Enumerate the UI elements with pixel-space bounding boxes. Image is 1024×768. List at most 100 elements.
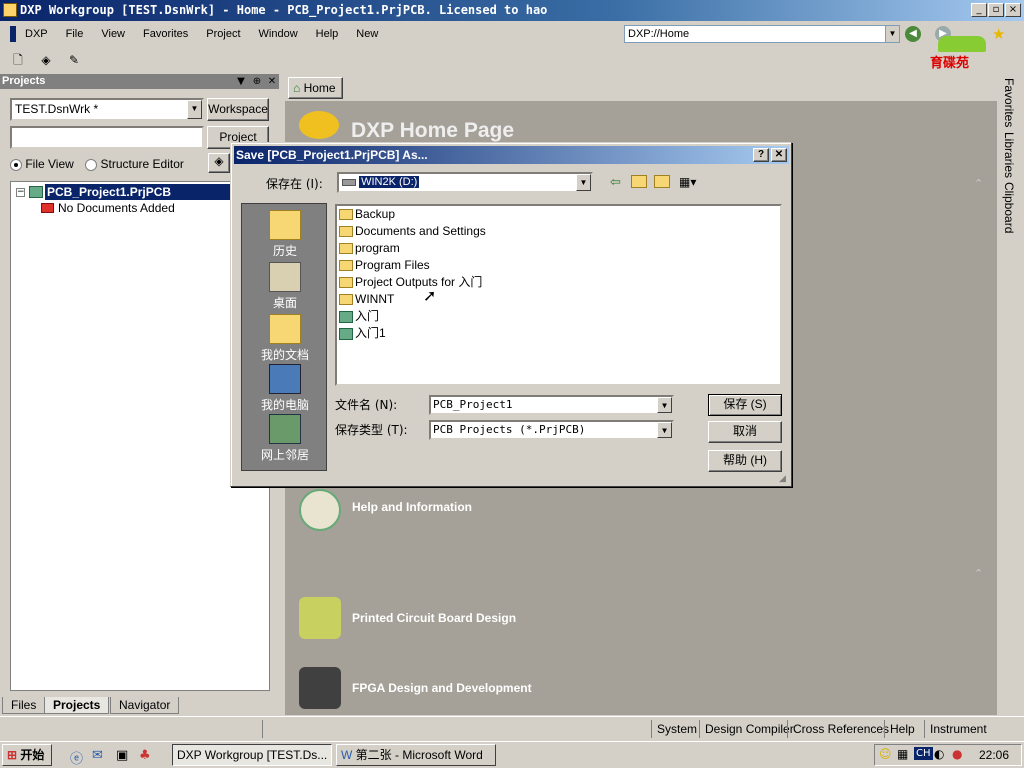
status-cross-references[interactable]: Cross References (787, 720, 894, 738)
panel-close-icon[interactable]: ✕ (265, 74, 279, 89)
place-my-computer-label: 我的电脑 (260, 398, 309, 412)
compile-icon[interactable]: ◈ (208, 153, 230, 173)
place-network[interactable]: 网上邻居 (242, 414, 328, 463)
place-my-documents-label: 我的文档 (260, 348, 309, 362)
window-title: DXP Workgroup [TEST.DsnWrk] - Home - PCB… (20, 3, 548, 17)
volume-icon[interactable]: ◐ (934, 747, 944, 761)
menu-project[interactable]: Project (197, 22, 249, 46)
tab-navigator[interactable]: Navigator (110, 697, 180, 714)
place-history[interactable]: 历史 (242, 210, 328, 259)
network-neighborhood-icon (269, 414, 301, 444)
home-tab[interactable]: ⌂ Home (288, 77, 343, 99)
back-arrow-icon[interactable]: ⇦ (610, 175, 621, 190)
list-item[interactable]: WINNT (339, 291, 394, 308)
menu-dxp[interactable]: DXP (16, 22, 57, 46)
media-icon[interactable]: ♣ (139, 748, 151, 763)
task-word[interactable]: W 第二张 - Microsoft Word (336, 744, 496, 766)
collapse-up-icon[interactable]: ⌃ (974, 177, 983, 190)
dialog-close-icon[interactable]: ✕ (771, 148, 787, 162)
menu-new[interactable]: New (347, 22, 387, 46)
help-hint-icon[interactable]: ✎ (64, 50, 84, 70)
tab-libraries[interactable]: Libraries (1002, 132, 1016, 178)
status-divider (262, 720, 263, 738)
pcb-project-icon (339, 310, 353, 323)
tab-files[interactable]: Files (2, 697, 46, 714)
place-desktop[interactable]: 桌面 (242, 262, 328, 311)
window-title-bar[interactable]: DXP Workgroup [TEST.DsnWrk] - Home - PCB… (0, 0, 1024, 21)
list-item[interactable]: Backup (339, 206, 395, 223)
collapse-icon[interactable]: − (16, 188, 25, 197)
panel-menu-icon[interactable]: ▼ (234, 74, 248, 89)
resize-grip-icon[interactable]: ◢ (779, 474, 786, 484)
save-in-dropdown-icon[interactable]: ▼ (576, 174, 591, 191)
list-item-label: Backup (355, 207, 396, 221)
workspace-button[interactable]: Workspace (207, 98, 269, 121)
save-in-combo[interactable]: WIN2K (D:) ▼ (337, 172, 593, 193)
filename-input[interactable]: PCB_Project1 ▼ (429, 395, 674, 415)
dialog-title-bar[interactable]: Save [PCB_Project1.PrjPCB] As... (234, 146, 789, 164)
new-folder-icon[interactable] (654, 175, 670, 188)
address-input[interactable]: DXP://Home ▼ (624, 25, 900, 43)
folder-icon (339, 226, 353, 238)
desktop-icon[interactable]: ▣ (116, 748, 128, 763)
chevron-down-icon[interactable]: ▼ (187, 100, 202, 119)
cancel-button[interactable]: 取消 (708, 421, 782, 443)
open-project-icon[interactable]: ◈ (36, 50, 56, 70)
help-button[interactable]: 帮助 (H) (708, 450, 782, 472)
workspace-combo[interactable]: TEST.DsnWrk * ▼ (10, 98, 204, 121)
start-button[interactable]: ⊞ 开始 (2, 744, 52, 766)
collapse-up-icon-2[interactable]: ⌃ (974, 567, 983, 580)
filetype-select[interactable]: PCB Projects (*.PrjPCB) ▼ (429, 420, 674, 440)
status-help[interactable]: Help (884, 720, 920, 738)
list-item[interactable]: Program Files (339, 257, 430, 274)
task-dxp[interactable]: DXP Workgroup [TEST.Ds... (172, 744, 332, 766)
list-item[interactable]: 入门 (339, 308, 379, 325)
link-fpga-design[interactable]: FPGA Design and Development (352, 681, 532, 695)
status-design-compiler[interactable]: Design Compiler (699, 720, 799, 738)
panel-pin-icon[interactable]: ⊕ (250, 74, 264, 89)
new-document-icon[interactable]: 🗋 (8, 50, 28, 70)
back-icon[interactable]: ◀ (905, 26, 921, 42)
tab-favorites[interactable]: Favorites (1002, 78, 1016, 127)
filename-label: 文件名 (N): (335, 398, 398, 412)
menu-help[interactable]: Help (307, 22, 348, 46)
maximize-button[interactable]: ▫ (988, 3, 1004, 17)
list-item[interactable]: Documents and Settings (339, 223, 486, 240)
list-item[interactable]: Project Outputs for 入门 (339, 274, 482, 291)
menu-view[interactable]: View (92, 22, 134, 46)
file-list[interactable]: Backup Documents and Settings program Pr… (335, 204, 782, 386)
tab-projects[interactable]: Projects (44, 697, 110, 714)
link-pcb-design[interactable]: Printed Circuit Board Design (352, 611, 516, 625)
structure-editor-radio[interactable] (85, 158, 98, 171)
ie-icon[interactable]: ⓔ (70, 748, 83, 767)
filetype-label: 保存类型 (T): (335, 423, 408, 437)
close-window-button[interactable]: × (1005, 3, 1021, 17)
minimize-button[interactable]: _ (971, 3, 987, 17)
view-menu-icon[interactable]: ▦▾ (679, 175, 696, 189)
menu-favorites[interactable]: Favorites (134, 22, 197, 46)
place-my-computer[interactable]: 我的电脑 (242, 364, 328, 413)
up-folder-icon[interactable] (631, 175, 647, 188)
antivirus-icon[interactable]: ● (952, 747, 962, 761)
dialog-help-icon[interactable]: ? (753, 148, 769, 162)
save-button[interactable]: 保存 (S) (708, 394, 782, 416)
tab-clipboard[interactable]: Clipboard (1002, 182, 1016, 233)
list-item[interactable]: 入门1 (339, 325, 386, 342)
place-my-documents[interactable]: 我的文档 (242, 314, 328, 363)
outlook-icon[interactable]: ✉ (92, 748, 103, 763)
list-item[interactable]: program (339, 240, 400, 257)
project-combo[interactable] (10, 126, 204, 149)
address-dropdown-icon[interactable]: ▼ (885, 26, 899, 42)
status-instrument-racks[interactable]: Instrument Racks (924, 720, 1024, 754)
link-help-information[interactable]: Help and Information (352, 500, 472, 514)
filename-dropdown-icon[interactable]: ▼ (657, 397, 672, 413)
favorites-star-icon[interactable]: ★ (992, 25, 1005, 43)
menu-window[interactable]: Window (250, 22, 307, 46)
status-system[interactable]: System (651, 720, 702, 738)
filetype-dropdown-icon[interactable]: ▼ (657, 422, 672, 438)
file-view-radio[interactable] (10, 158, 22, 171)
menu-file[interactable]: File (57, 22, 93, 46)
network-icon[interactable]: ▦ (897, 747, 908, 761)
ime-icon[interactable]: ☺ (879, 747, 892, 761)
lang-indicator[interactable]: CH (914, 747, 933, 760)
